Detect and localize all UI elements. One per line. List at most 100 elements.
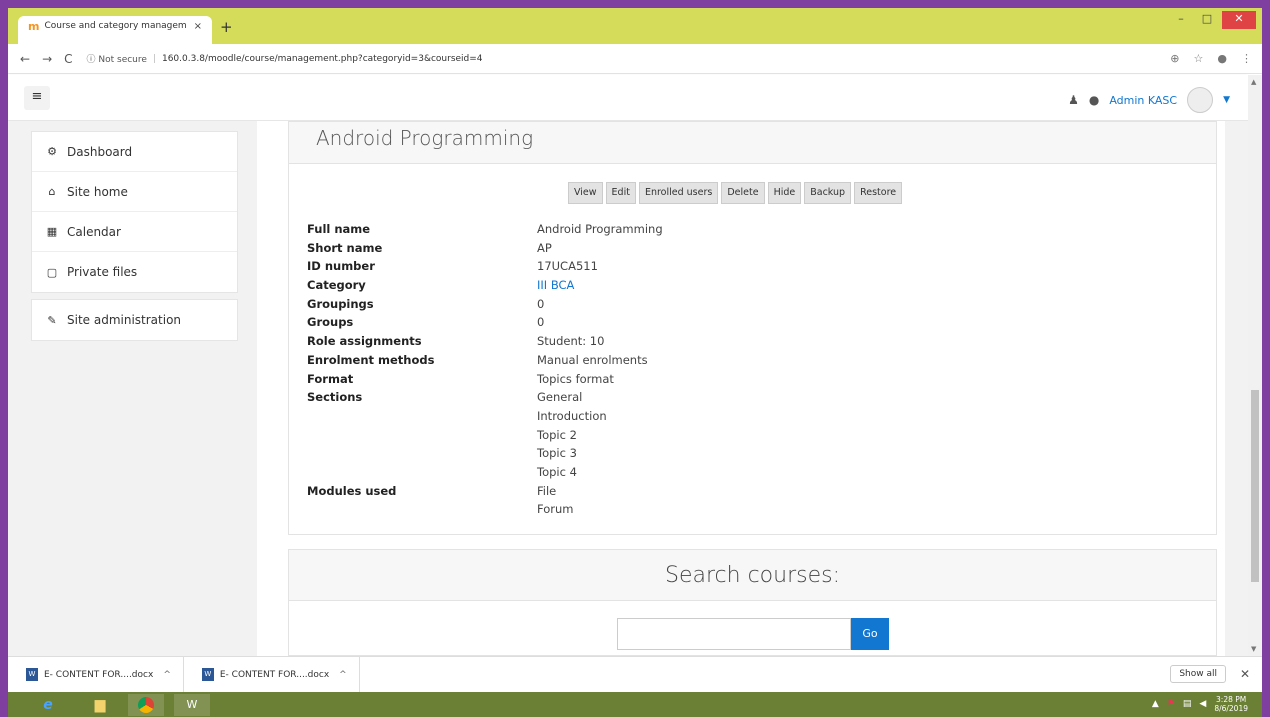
browser-menu-icon[interactable]: ⋮ bbox=[1241, 52, 1252, 65]
word-document-icon: W bbox=[201, 668, 214, 681]
user-menu-caret-icon[interactable]: ▼ bbox=[1223, 95, 1230, 105]
scroll-up-arrow-icon[interactable]: ▲ bbox=[1251, 78, 1256, 86]
download-options-caret-icon[interactable]: ^ bbox=[339, 670, 347, 680]
new-tab-button[interactable]: + bbox=[220, 18, 233, 36]
volume-icon[interactable]: ◀ bbox=[1199, 699, 1206, 709]
network-icon[interactable]: ▤ bbox=[1183, 699, 1192, 709]
delete-button[interactable]: Delete bbox=[721, 182, 765, 204]
tab-title: Course and category managem bbox=[44, 21, 187, 31]
download-filename: E- CONTENT FOR....docx bbox=[44, 669, 154, 680]
messages-icon[interactable]: ● bbox=[1089, 93, 1099, 107]
internet-explorer-icon[interactable]: e bbox=[30, 694, 66, 716]
detail-label-empty bbox=[307, 444, 537, 463]
detail-row-groupings: Groupings 0 bbox=[307, 295, 663, 314]
view-button[interactable]: View bbox=[568, 182, 603, 204]
nav-drawer-group-admin: ✎ Site administration bbox=[31, 299, 238, 341]
moodle-navbar: ≡ ♟ ● Admin KASC ▼ bbox=[8, 75, 1248, 121]
backup-button[interactable]: Backup bbox=[804, 182, 852, 204]
reload-icon[interactable]: C bbox=[64, 52, 72, 66]
detail-value: Student: 10 bbox=[537, 334, 605, 349]
sidebar-item-calendar[interactable]: ▦ Calendar bbox=[32, 212, 237, 252]
tray-arrow-icon[interactable]: ▲ bbox=[1152, 699, 1159, 709]
detail-label: Format bbox=[307, 371, 354, 386]
forward-arrow-icon[interactable]: → bbox=[42, 52, 52, 66]
user-name-link[interactable]: Admin KASC bbox=[1109, 94, 1177, 107]
sidebar-item-site-administration[interactable]: ✎ Site administration bbox=[32, 300, 237, 340]
course-action-buttons: View Edit Enrolled users Delete Hide Bac… bbox=[568, 182, 903, 204]
moodle-favicon-icon: m bbox=[28, 20, 40, 33]
search-input[interactable] bbox=[617, 618, 851, 650]
sidebar-item-label: Site home bbox=[67, 184, 128, 199]
restore-button[interactable]: Restore bbox=[854, 182, 903, 204]
detail-row-role-assignments: Role assignments Student: 10 bbox=[307, 332, 663, 351]
detail-label: Role assignments bbox=[307, 334, 422, 349]
avatar[interactable] bbox=[1187, 87, 1214, 113]
section-item: General bbox=[537, 390, 583, 405]
drawer-toggle-button[interactable]: ≡ bbox=[24, 86, 50, 110]
address-bar: ← → C ⓘ Not secure | 160.0.3.8/moodle/co… bbox=[8, 44, 1262, 74]
hide-button[interactable]: Hide bbox=[767, 182, 802, 204]
address-separator: | bbox=[152, 53, 156, 64]
show-all-downloads-button[interactable]: Show all bbox=[1170, 665, 1226, 683]
chrome-logo bbox=[138, 697, 154, 713]
sidebar-item-dashboard[interactable]: ⚙ Dashboard bbox=[32, 132, 237, 172]
minimize-button[interactable]: – bbox=[1170, 11, 1192, 29]
sidebar-item-label: Dashboard bbox=[67, 144, 133, 159]
close-downloads-icon[interactable]: ✕ bbox=[1240, 667, 1250, 681]
url-field[interactable]: 160.0.3.8/moodle/course/management.php?c… bbox=[162, 54, 483, 64]
course-detail-card: Android Programming View Edit Enrolled u… bbox=[288, 121, 1217, 535]
detail-value: 0 bbox=[537, 315, 545, 330]
word-document-icon: W bbox=[26, 668, 38, 681]
category-link[interactable]: III BCA bbox=[537, 276, 574, 295]
enrolled-users-button[interactable]: Enrolled users bbox=[638, 182, 719, 204]
tab-close-icon[interactable]: × bbox=[194, 21, 202, 32]
download-item[interactable]: W E- CONTENT FOR....docx ^ bbox=[8, 656, 184, 693]
search-courses-card: Search courses: Go bbox=[288, 549, 1217, 656]
detail-label: Sections bbox=[307, 390, 363, 405]
search-courses-heading: Search courses: bbox=[289, 550, 1216, 601]
download-options-caret-icon[interactable]: ^ bbox=[163, 670, 171, 680]
section-item: Topic 4 bbox=[537, 464, 577, 479]
system-clock[interactable]: 3:28 PM 8/6/2019 bbox=[1214, 695, 1248, 713]
window-controls: – □ ✕ bbox=[1170, 11, 1256, 29]
back-arrow-icon[interactable]: ← bbox=[20, 52, 30, 66]
page-scrollbar[interactable]: ▲ ▼ bbox=[1248, 75, 1262, 656]
maximize-button[interactable]: □ bbox=[1196, 11, 1218, 29]
zoom-icon[interactable]: ⊕ bbox=[1170, 52, 1179, 65]
detail-value: Manual enrolments bbox=[537, 352, 648, 367]
browser-window: m Course and category managem × + – □ ✕ … bbox=[8, 8, 1262, 717]
system-tray: ▲ ⚑ ▤ ◀ 3:28 PM 8/6/2019 bbox=[1152, 695, 1248, 713]
address-bar-actions: ⊕ ☆ ● ⋮ bbox=[1170, 52, 1252, 65]
detail-label: Modules used bbox=[307, 483, 397, 498]
file-explorer-icon[interactable]: ▆ bbox=[82, 694, 118, 716]
scrollbar-thumb[interactable] bbox=[1251, 390, 1259, 582]
detail-label: Full name bbox=[307, 222, 371, 236]
browser-tab[interactable]: m Course and category managem × bbox=[18, 16, 212, 44]
detail-row-modules-used: Modules used File bbox=[307, 482, 663, 501]
detail-label-empty bbox=[307, 426, 537, 445]
notifications-bell-icon[interactable]: ♟ bbox=[1068, 93, 1079, 107]
security-indicator[interactable]: ⓘ Not secure bbox=[87, 52, 147, 65]
main-region: Android Programming View Edit Enrolled u… bbox=[257, 121, 1225, 656]
sidebar-item-private-files[interactable]: ▢ Private files bbox=[32, 252, 237, 292]
download-item[interactable]: W E- CONTENT FOR....docx ^ bbox=[184, 656, 360, 693]
sidebar-item-site-home[interactable]: ⌂ Site home bbox=[32, 172, 237, 212]
close-window-button[interactable]: ✕ bbox=[1222, 11, 1256, 29]
detail-row-format: Format Topics format bbox=[307, 370, 663, 389]
detail-row-modules-cont: Forum bbox=[307, 500, 663, 519]
detail-row-short-name: Short name AP bbox=[307, 239, 663, 258]
windows-taskbar: e ▆ W ▲ ⚑ ▤ ◀ 3:28 PM 8/6/2019 bbox=[8, 692, 1262, 717]
detail-label: ID number bbox=[307, 259, 375, 274]
course-title: Android Programming bbox=[289, 122, 1216, 164]
chrome-icon[interactable] bbox=[128, 694, 164, 716]
detail-value: AP bbox=[537, 240, 552, 255]
go-button[interactable]: Go bbox=[851, 618, 889, 650]
edit-button[interactable]: Edit bbox=[605, 182, 636, 204]
profile-icon[interactable]: ● bbox=[1217, 52, 1227, 65]
user-area: ♟ ● Admin KASC ▼ bbox=[1068, 87, 1230, 113]
scroll-down-arrow-icon[interactable]: ▼ bbox=[1251, 645, 1256, 653]
bookmark-star-icon[interactable]: ☆ bbox=[1194, 52, 1204, 65]
word-taskbar-icon[interactable]: W bbox=[174, 694, 210, 716]
action-center-flag-icon[interactable]: ⚑ bbox=[1167, 699, 1175, 709]
nav-drawer-group-main: ⚙ Dashboard ⌂ Site home ▦ Calendar ▢ Pri… bbox=[31, 131, 238, 293]
